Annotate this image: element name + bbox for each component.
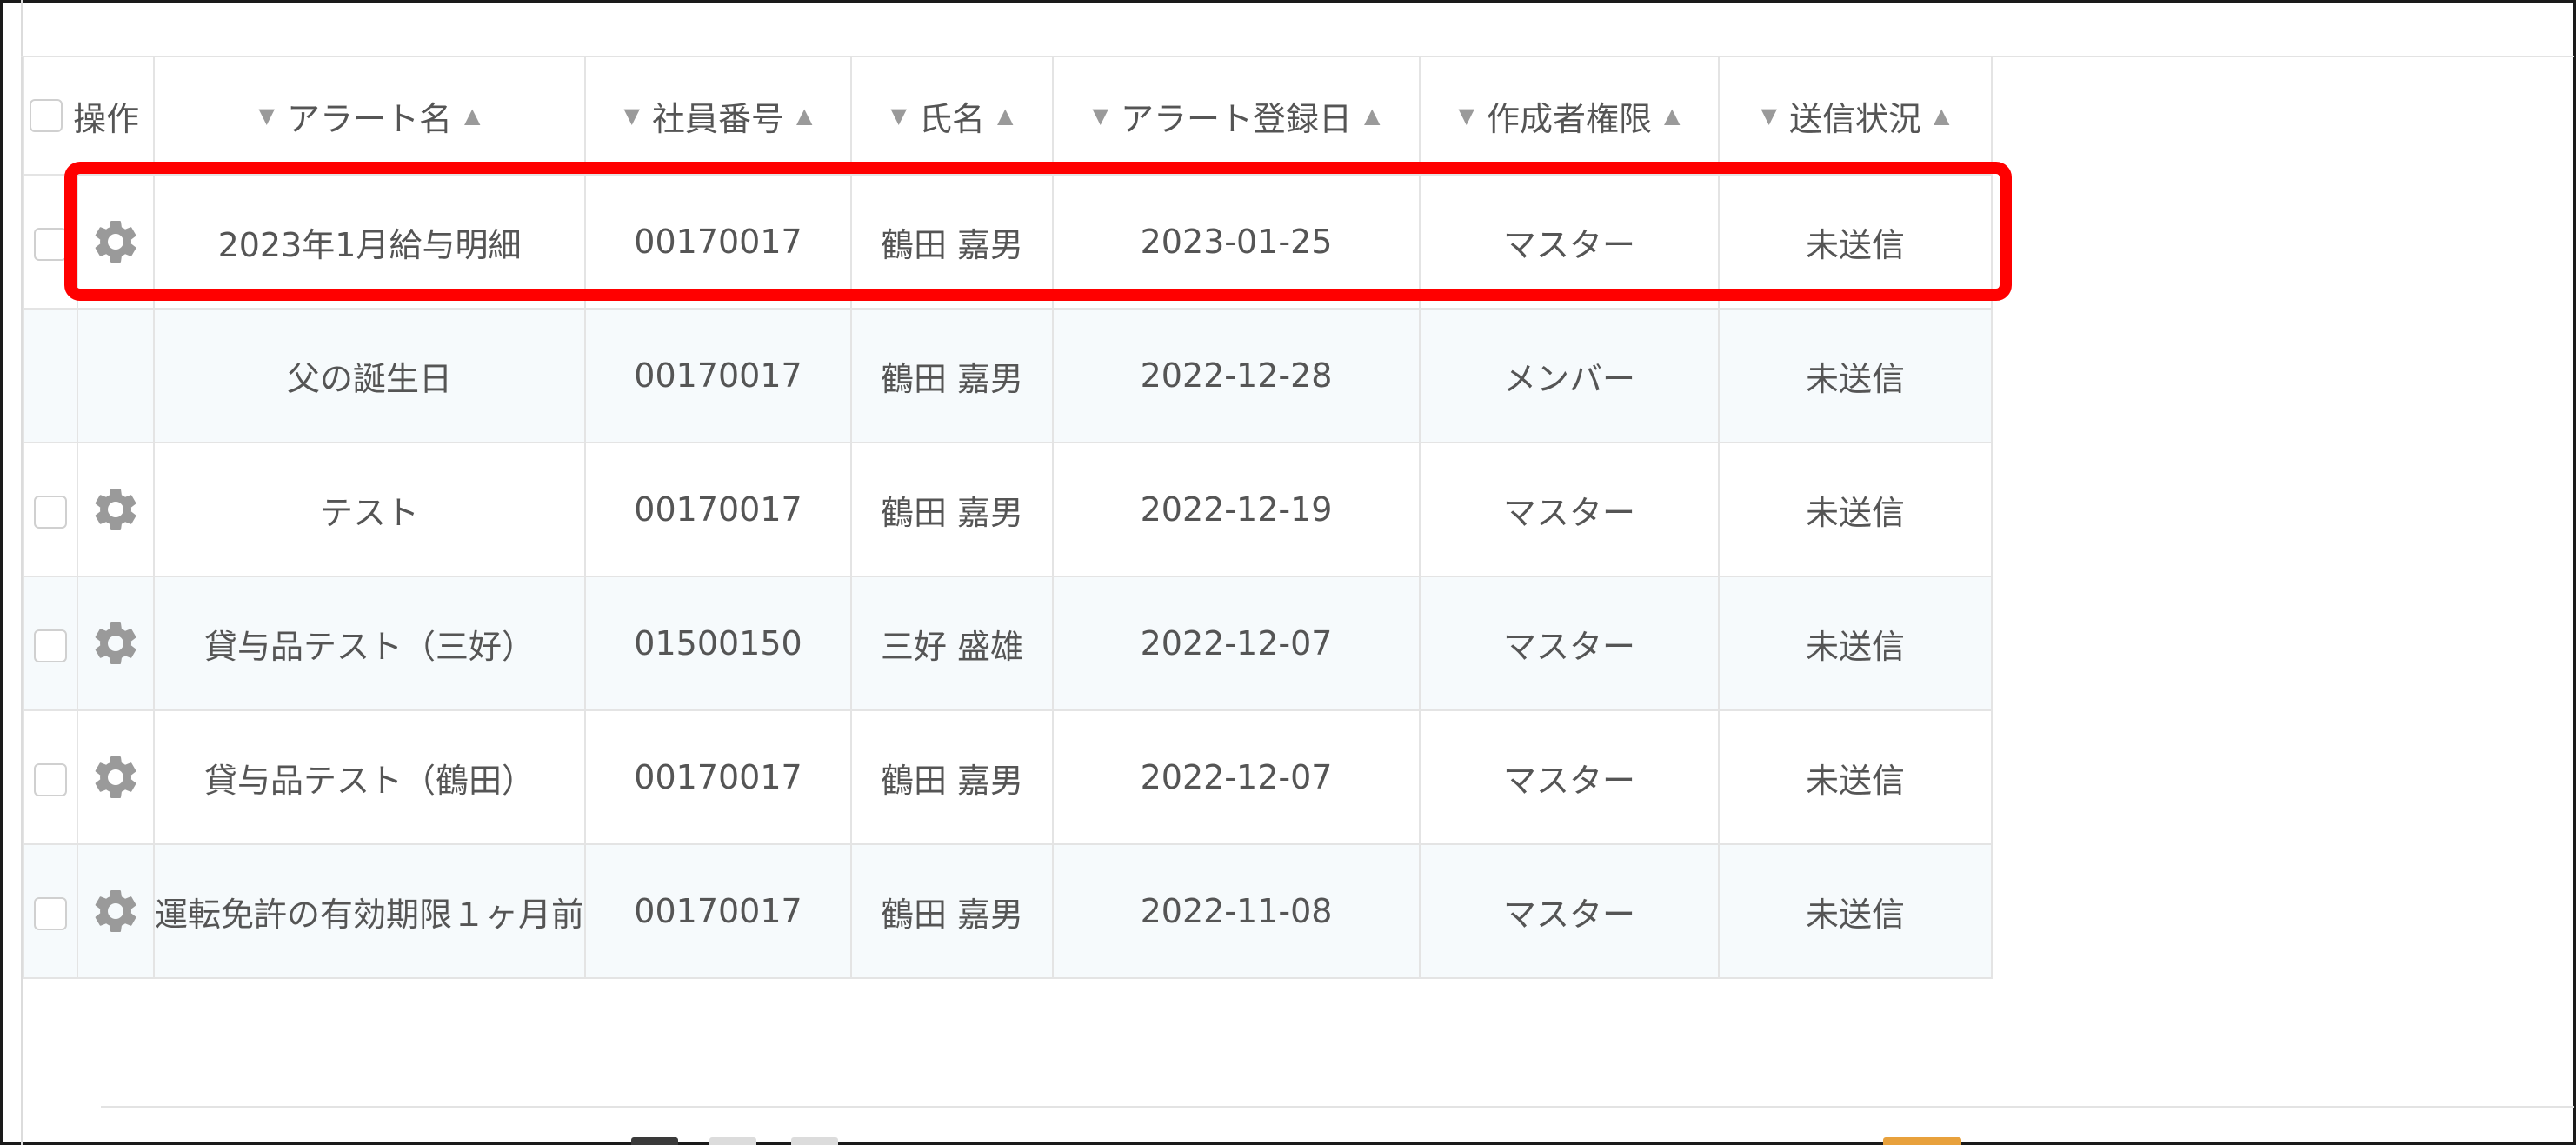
registered-date-cell: 2022-11-08 (1052, 843, 1421, 979)
column-header-registered-date[interactable]: ▼ アラート登録日 ▲ (1052, 57, 1421, 176)
alert-name-cell: 父の誕生日 (153, 308, 587, 443)
creator-role-cell: マスター (1419, 174, 1721, 310)
sort-desc-icon[interactable]: ▼ (624, 103, 640, 128)
column-header-alert-name[interactable]: ▼ アラート名 ▲ (153, 57, 587, 176)
employee-name-cell: 鶴田 嘉男 (850, 174, 1055, 310)
column-header-label: 社員番号 (652, 99, 785, 138)
column-header-send-status[interactable]: ▼ 送信状況 ▲ (1718, 57, 1994, 176)
column-header-label: アラート名 (287, 99, 453, 138)
employee-name-cell: 鶴田 嘉男 (850, 442, 1055, 577)
table-row[interactable]: 貸与品テスト（三好） 01500150 三好 盛雄 2022-12-07 マスター 未送信 (23, 576, 1994, 711)
sort-asc-icon[interactable]: ▲ (796, 103, 812, 128)
select-all-checkbox[interactable] (30, 99, 63, 132)
sort-asc-icon[interactable]: ▲ (1934, 103, 1949, 128)
column-header-creator-role[interactable]: ▼ 作成者権限 ▲ (1419, 57, 1721, 176)
row-checkbox[interactable] (34, 495, 67, 529)
row-action-cell (76, 308, 156, 443)
row-select-cell (23, 576, 78, 711)
alert-name-cell: 2023年1月給与明細 (153, 174, 587, 310)
alert-name-cell: 貸与品テスト（鶴田） (153, 709, 587, 845)
send-status-cell: 未送信 (1718, 576, 1994, 711)
row-action-cell (76, 843, 156, 979)
operation-header-label: 操作 (73, 99, 140, 138)
pagination-button[interactable] (631, 1137, 678, 1145)
column-header-employee-no[interactable]: ▼ 社員番号 ▲ (584, 57, 853, 176)
row-checkbox[interactable] (34, 629, 67, 662)
table-body: 2023年1月給与明細 00170017 鶴田 嘉男 2023-01-25 マスター 未送… (23, 174, 1994, 979)
table-row[interactable]: 2023年1月給与明細 00170017 鶴田 嘉男 2023-01-25 マスター 未送… (23, 174, 1994, 310)
sort-desc-icon[interactable]: ▼ (1459, 103, 1474, 128)
column-header-label: 送信状況 (1789, 99, 1922, 138)
alert-name-cell: 貸与品テスト（三好） (153, 576, 587, 711)
row-action-cell (76, 709, 156, 845)
sort-asc-icon[interactable]: ▲ (1364, 103, 1380, 128)
registered-date-cell: 2022-12-07 (1052, 709, 1421, 845)
row-action-cell (76, 442, 156, 577)
employee-no-cell: 00170017 (584, 442, 853, 577)
gear-icon[interactable] (90, 885, 142, 937)
send-status-cell: 未送信 (1718, 442, 1994, 577)
sort-asc-icon[interactable]: ▲ (464, 103, 480, 128)
sort-desc-icon[interactable]: ▼ (1761, 103, 1777, 128)
employee-name-cell: 三好 盛雄 (850, 576, 1055, 711)
employee-no-cell: 00170017 (584, 843, 853, 979)
employee-no-cell: 01500150 (584, 576, 853, 711)
sort-desc-icon[interactable]: ▼ (1093, 103, 1108, 128)
row-checkbox[interactable] (34, 227, 67, 261)
employee-name-cell: 鶴田 嘉男 (850, 709, 1055, 845)
row-select-cell (23, 442, 78, 577)
send-status-cell: 未送信 (1718, 308, 1994, 443)
operation-header: 操作 (22, 57, 156, 176)
sort-desc-icon[interactable]: ▼ (891, 103, 907, 128)
row-checkbox[interactable] (34, 762, 67, 796)
gear-icon[interactable] (90, 617, 142, 669)
alert-name-cell: 運転免許の有効期限１ヶ月前 (153, 843, 587, 979)
registered-date-cell: 2023-01-25 (1052, 174, 1421, 310)
column-header-label: 作成者権限 (1487, 99, 1653, 138)
footer-divider (101, 1106, 2574, 1108)
table-header-row: 操作 ▼ アラート名 ▲ ▼ 社員番号 ▲ ▼ 氏名 ▲ ▼ アラート登録日 ▲ ▼ 作成者権限 ▲… (22, 57, 1994, 176)
row-select-cell (23, 843, 78, 979)
row-select-cell (23, 308, 78, 443)
gear-icon[interactable] (90, 216, 142, 268)
registered-date-cell: 2022-12-28 (1052, 308, 1421, 443)
pagination-button[interactable] (709, 1137, 756, 1145)
gear-icon[interactable] (90, 483, 142, 536)
creator-role-cell: メンバー (1419, 308, 1721, 443)
employee-no-cell: 00170017 (584, 709, 853, 845)
row-action-cell (76, 174, 156, 310)
table-row[interactable]: 父の誕生日 00170017 鶴田 嘉男 2022-12-28 メンバー 未送信 (23, 308, 1994, 443)
registered-date-cell: 2022-12-19 (1052, 442, 1421, 577)
column-header-name[interactable]: ▼ 氏名 ▲ (850, 57, 1055, 176)
sort-asc-icon[interactable]: ▲ (997, 103, 1013, 128)
sort-desc-icon[interactable]: ▼ (259, 103, 275, 128)
row-action-cell (76, 576, 156, 711)
employee-no-cell: 00170017 (584, 308, 853, 443)
send-status-cell: 未送信 (1718, 709, 1994, 845)
employee-name-cell: 鶴田 嘉男 (850, 308, 1055, 443)
gear-icon[interactable] (90, 751, 142, 803)
table-row[interactable]: 運転免許の有効期限１ヶ月前 00170017 鶴田 嘉男 2022-11-08 マスター… (23, 843, 1994, 979)
sort-asc-icon[interactable]: ▲ (1664, 103, 1680, 128)
alert-table: 操作 ▼ アラート名 ▲ ▼ 社員番号 ▲ ▼ 氏名 ▲ ▼ アラート登録日 ▲ ▼ 作成者権限 ▲… (22, 57, 1994, 979)
pagination-button[interactable] (791, 1137, 838, 1145)
column-header-label: 氏名 (919, 99, 986, 138)
creator-role-cell: マスター (1419, 576, 1721, 711)
alert-name-cell: テスト (153, 442, 587, 577)
row-select-cell (23, 709, 78, 845)
employee-no-cell: 00170017 (584, 174, 853, 310)
creator-role-cell: マスター (1419, 442, 1721, 577)
creator-role-cell: マスター (1419, 709, 1721, 845)
table-row[interactable]: テスト 00170017 鶴田 嘉男 2022-12-19 マスター 未送信 (23, 442, 1994, 577)
action-button[interactable] (1883, 1137, 1961, 1145)
column-header-label: アラート登録日 (1121, 99, 1353, 138)
employee-name-cell: 鶴田 嘉男 (850, 843, 1055, 979)
row-select-cell (23, 174, 78, 310)
send-status-cell: 未送信 (1718, 174, 1994, 310)
send-status-cell: 未送信 (1718, 843, 1994, 979)
row-checkbox[interactable] (34, 896, 67, 930)
table-row[interactable]: 貸与品テスト（鶴田） 00170017 鶴田 嘉男 2022-12-07 マスター 未送信 (23, 709, 1994, 845)
creator-role-cell: マスター (1419, 843, 1721, 979)
registered-date-cell: 2022-12-07 (1052, 576, 1421, 711)
